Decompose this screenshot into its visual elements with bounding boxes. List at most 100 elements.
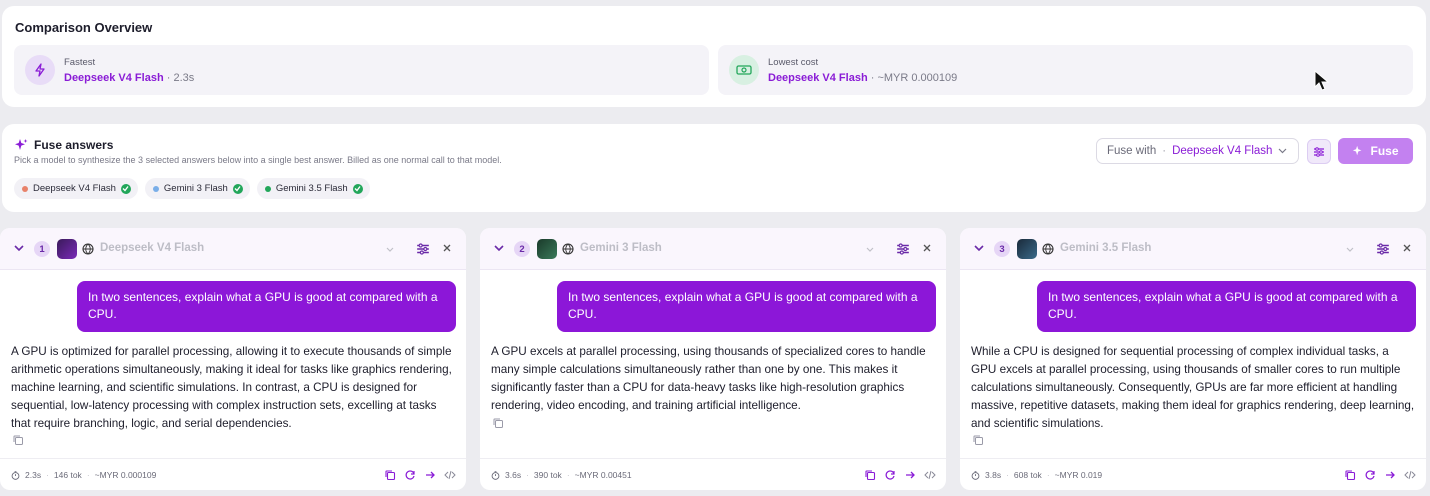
fuse-answers-title: Fuse answers bbox=[34, 138, 114, 152]
panel-header: 3 Gemini 3.5 Flash bbox=[960, 228, 1426, 270]
panel-footer: 3.6s · 390 tok · ~MYR 0.00451 bbox=[480, 458, 946, 490]
sliders-icon bbox=[1314, 146, 1324, 157]
check-icon bbox=[352, 183, 363, 194]
code-icon[interactable] bbox=[444, 468, 456, 480]
chevron-down-icon[interactable] bbox=[864, 243, 876, 255]
token-count: 608 tok bbox=[1013, 470, 1042, 480]
model-logo-icon bbox=[57, 239, 77, 259]
response-meta: 3.6s · 390 tok · ~MYR 0.00451 bbox=[491, 470, 632, 480]
copy-icon[interactable] bbox=[972, 434, 984, 446]
chevron-down-icon bbox=[1279, 148, 1287, 154]
mouse-cursor-icon bbox=[1314, 70, 1330, 91]
refresh-icon[interactable] bbox=[1364, 468, 1376, 480]
fuse-with-value: Deepseek V4 Flash bbox=[1172, 145, 1273, 157]
cash-icon bbox=[729, 55, 759, 85]
comparison-overview-card: Comparison Overview Fastest Deepseek V4 … bbox=[2, 6, 1426, 107]
fastest-value: Deepseek V4 Flash · 2.3s bbox=[64, 72, 194, 84]
comparison-overview-title: Comparison Overview bbox=[15, 20, 153, 35]
panel-footer: 2.3s · 146 tok · ~MYR 0.000109 bbox=[0, 458, 466, 490]
model-chip[interactable]: Gemini 3 Flash bbox=[144, 178, 250, 199]
close-icon[interactable] bbox=[441, 242, 453, 254]
code-icon[interactable] bbox=[1404, 468, 1416, 480]
panel-index-badge: 3 bbox=[994, 241, 1010, 257]
close-icon[interactable] bbox=[921, 242, 933, 254]
user-prompt-bubble: In two sentences, explain what a GPU is … bbox=[77, 281, 456, 332]
fuse-answers-card: Fuse answers Pick a model to synthesize … bbox=[2, 124, 1426, 212]
user-prompt-bubble: In two sentences, explain what a GPU is … bbox=[1037, 281, 1416, 332]
panel-model-name[interactable]: Deepseek V4 Flash bbox=[100, 242, 204, 254]
panel-header: 2 Gemini 3 Flash bbox=[480, 228, 946, 270]
sliders-icon[interactable] bbox=[1376, 242, 1390, 256]
panel-actions bbox=[384, 468, 456, 481]
copy-icon[interactable] bbox=[384, 468, 396, 481]
chevron-down-icon[interactable] bbox=[1344, 243, 1356, 255]
fastest-time: · 2.3s bbox=[163, 72, 195, 84]
arrow-right-icon[interactable] bbox=[1384, 468, 1396, 480]
refresh-icon[interactable] bbox=[404, 468, 416, 480]
user-prompt-bubble: In two sentences, explain what a GPU is … bbox=[557, 281, 936, 332]
response-time: 2.3s bbox=[25, 470, 42, 480]
sparkle-icon bbox=[1353, 145, 1362, 156]
chip-label: Gemini 3.5 Flash bbox=[275, 183, 348, 194]
panel-actions bbox=[1344, 468, 1416, 481]
answer-panel-1: 1 Deepseek V4 Flash In two sentences, ex… bbox=[0, 228, 466, 490]
copy-icon[interactable] bbox=[12, 434, 24, 446]
separator-dot: · bbox=[1162, 145, 1167, 157]
chevron-down-icon[interactable] bbox=[13, 242, 25, 254]
model-color-dot bbox=[264, 185, 271, 192]
panel-index-badge: 2 bbox=[514, 241, 530, 257]
panel-model-name[interactable]: Gemini 3 Flash bbox=[580, 242, 662, 254]
globe-icon[interactable] bbox=[562, 243, 574, 255]
chevron-down-icon[interactable] bbox=[973, 242, 985, 254]
lowest-cost-value: Deepseek V4 Flash · ~MYR 0.000109 bbox=[768, 72, 957, 84]
model-answer-text: A GPU excels at parallel processing, usi… bbox=[491, 345, 926, 412]
timer-icon bbox=[971, 470, 980, 480]
model-chip[interactable]: Deepseek V4 Flash bbox=[14, 178, 138, 199]
fuse-button[interactable]: Fuse bbox=[1338, 138, 1413, 164]
response-cost: ~MYR 0.019 bbox=[1054, 470, 1103, 480]
panel-model-name[interactable]: Gemini 3.5 Flash bbox=[1060, 242, 1151, 254]
timer-icon bbox=[491, 470, 500, 480]
model-logo-icon bbox=[1017, 239, 1037, 259]
copy-icon[interactable] bbox=[492, 417, 504, 429]
arrow-right-icon[interactable] bbox=[904, 468, 916, 480]
check-icon bbox=[232, 183, 243, 194]
selected-models-chips: Deepseek V4 Flash Gemini 3 Flash Gemini … bbox=[14, 178, 370, 199]
chip-label: Gemini 3 Flash bbox=[163, 183, 228, 194]
model-color-dot bbox=[22, 185, 28, 192]
chip-label: Deepseek V4 Flash bbox=[33, 183, 116, 194]
separator-dot: · bbox=[1006, 470, 1009, 480]
copy-icon[interactable] bbox=[1344, 468, 1356, 481]
globe-icon[interactable] bbox=[1042, 243, 1054, 255]
globe-icon[interactable] bbox=[82, 243, 94, 255]
fastest-stat: Fastest Deepseek V4 Flash · 2.3s bbox=[14, 45, 709, 95]
lowest-cost-label: Lowest cost bbox=[768, 57, 819, 68]
arrow-right-icon[interactable] bbox=[424, 468, 436, 480]
refresh-icon[interactable] bbox=[884, 468, 896, 480]
fuse-with-select[interactable]: Fuse with · Deepseek V4 Flash bbox=[1096, 138, 1299, 164]
fastest-model: Deepseek V4 Flash bbox=[64, 72, 164, 84]
panel-header: 1 Deepseek V4 Flash bbox=[0, 228, 466, 270]
sparkle-icon bbox=[15, 139, 28, 150]
chevron-down-icon[interactable] bbox=[384, 243, 396, 255]
separator-dot: · bbox=[566, 470, 570, 480]
copy-icon[interactable] bbox=[864, 468, 876, 481]
close-icon[interactable] bbox=[1401, 242, 1413, 254]
separator-dot: · bbox=[46, 470, 49, 480]
code-icon[interactable] bbox=[924, 468, 936, 480]
model-answer-text: While a CPU is designed for sequential p… bbox=[971, 345, 1415, 430]
sliders-icon[interactable] bbox=[416, 242, 430, 256]
lowest-cost-stat: Lowest cost Deepseek V4 Flash · ~MYR 0.0… bbox=[718, 45, 1413, 95]
sliders-icon[interactable] bbox=[896, 242, 910, 256]
token-count: 146 tok bbox=[53, 470, 82, 480]
model-chip[interactable]: Gemini 3.5 Flash bbox=[256, 178, 370, 199]
model-answer-text: A GPU is optimized for parallel processi… bbox=[11, 345, 452, 430]
response-cost: ~MYR 0.000109 bbox=[94, 470, 157, 480]
response-meta: 2.3s · 146 tok · ~MYR 0.000109 bbox=[11, 470, 156, 480]
response-cost: ~MYR 0.00451 bbox=[574, 470, 632, 480]
timer-icon bbox=[11, 470, 20, 480]
panel-index-badge: 1 bbox=[34, 241, 50, 257]
fuse-settings-button[interactable] bbox=[1307, 139, 1331, 164]
chevron-down-icon[interactable] bbox=[493, 242, 505, 254]
model-logo-icon bbox=[537, 239, 557, 259]
